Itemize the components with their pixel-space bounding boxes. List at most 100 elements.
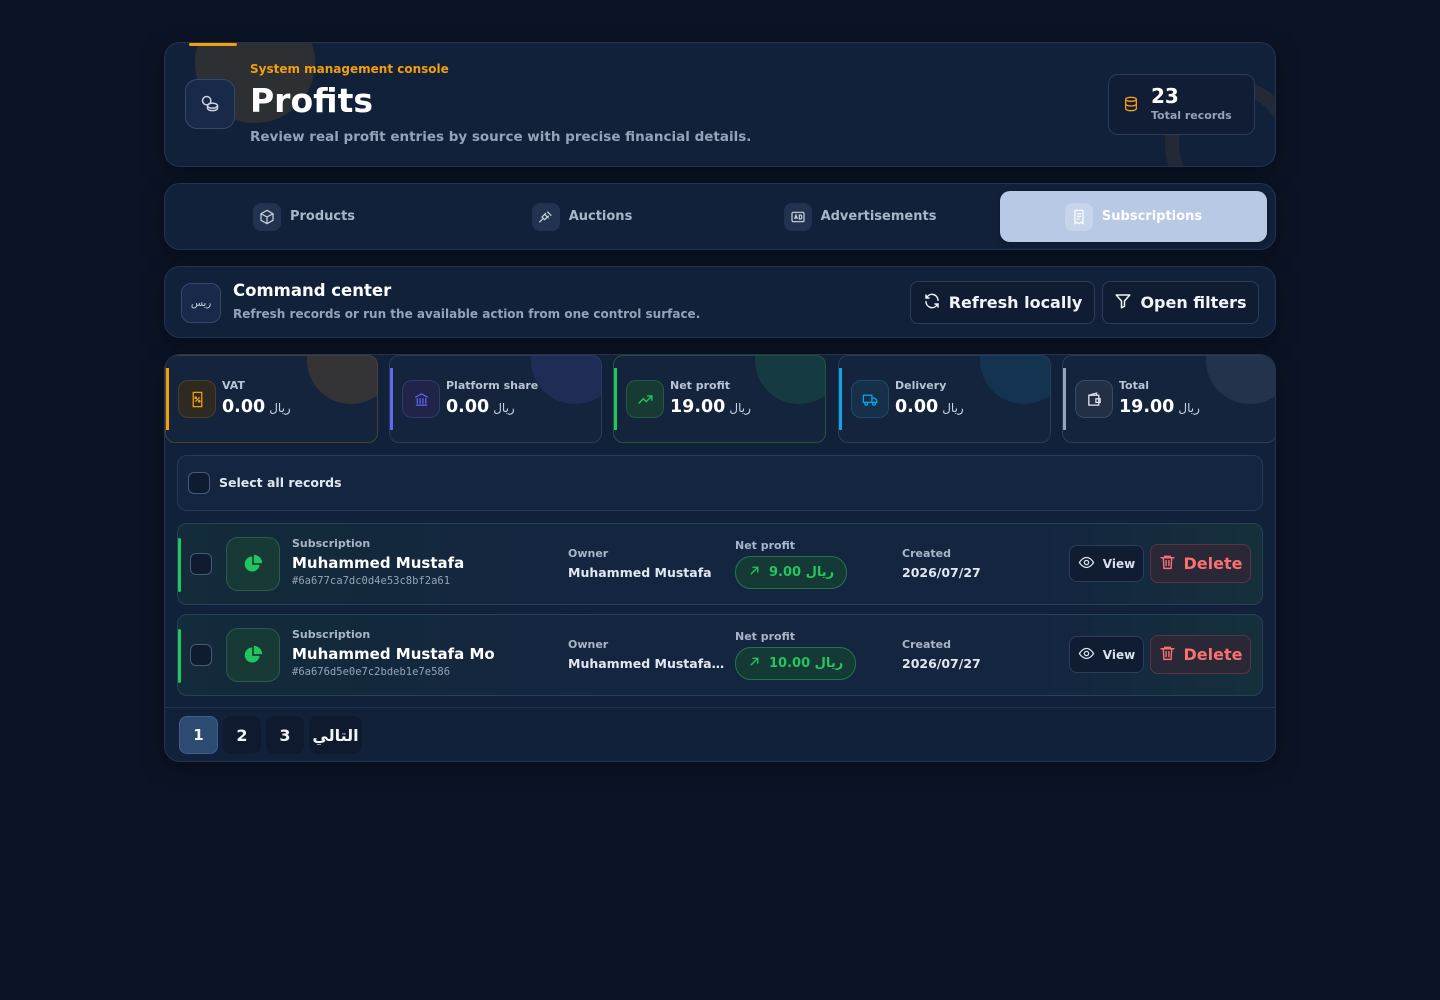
summary-accent-bar	[390, 368, 393, 430]
eye-icon	[1078, 645, 1095, 665]
summary-accent-bar	[166, 368, 169, 430]
view-button[interactable]: View	[1069, 636, 1144, 673]
row-accent-bar	[178, 629, 181, 683]
summary-currency: ريال	[493, 401, 515, 415]
summary-card-platform-share: Platform share 0.00 ريال	[389, 355, 602, 443]
refresh-label: Refresh locally	[948, 293, 1083, 312]
summary-accent-bar	[839, 368, 842, 430]
total-records-label: Total records	[1151, 109, 1232, 122]
summary-amount: 19.00	[670, 397, 726, 417]
summary-value: 19.00 ريال	[1119, 397, 1200, 417]
box-icon	[252, 202, 281, 231]
trash-icon	[1159, 553, 1176, 575]
summary-amount: 0.00	[222, 397, 266, 417]
record-kind: Subscription	[292, 537, 371, 550]
pagination-divider	[165, 707, 1275, 708]
total-records-value: 23	[1151, 84, 1179, 108]
next-page-button[interactable]: التالي	[309, 716, 362, 754]
eye-icon	[1078, 554, 1095, 574]
ad-icon	[783, 202, 812, 231]
tab-advertisements-label: Advertisements	[820, 209, 937, 224]
command-center: ريس Command center Refresh records or ru…	[164, 266, 1276, 338]
pie-chart-icon	[226, 537, 280, 591]
trash-icon	[1159, 644, 1176, 666]
summary-currency: ريال	[729, 401, 751, 415]
truck-icon	[851, 380, 889, 418]
arrow-up-right-icon	[748, 564, 761, 581]
net-profit-badge: 9.00 ريال	[735, 556, 848, 589]
summary-value: 0.00 ريال	[895, 397, 964, 417]
delete-button[interactable]: Delete	[1150, 635, 1251, 674]
summary-decoration	[980, 356, 1050, 404]
page-button-3[interactable]: 3	[266, 716, 304, 754]
summary-card-vat: VAT 0.00 ريال	[165, 355, 378, 443]
owner-label: Owner	[568, 638, 609, 651]
summary-currency: ريال	[269, 401, 291, 415]
select-all-bar: Select all records	[177, 455, 1263, 511]
view-label: View	[1102, 556, 1136, 571]
wallet-icon	[1075, 380, 1113, 418]
summary-currency: ريال	[1178, 401, 1200, 415]
owner-label: Owner	[568, 547, 609, 560]
row-accent-bar	[178, 538, 181, 592]
command-center-title: Command center	[233, 281, 392, 300]
tab-subscriptions[interactable]: Subscriptions	[1000, 191, 1267, 242]
tab-products[interactable]: Products	[173, 191, 435, 242]
arrow-up-right-icon	[748, 655, 761, 672]
command-center-icon: ريس	[181, 283, 221, 323]
net-profit-value: 9.00 ريال	[769, 565, 835, 580]
summary-decoration	[1206, 356, 1275, 404]
filter-icon	[1114, 292, 1132, 314]
select-all-label: Select all records	[219, 475, 342, 490]
created-label: Created	[902, 638, 951, 651]
tab-auctions[interactable]: Auctions	[451, 191, 713, 242]
delete-button[interactable]: Delete	[1150, 544, 1251, 583]
page-button-2[interactable]: 2	[223, 716, 261, 754]
view-button[interactable]: View	[1069, 545, 1144, 582]
record-id: #6a676d5e0e7c2bdeb1e7e586	[292, 666, 451, 678]
record-id: #6a677ca7dc0d4e53c8bf2a61	[292, 575, 451, 587]
summary-value: 0.00 ريال	[446, 397, 515, 417]
bank-icon	[402, 380, 440, 418]
page-subtitle: Review real profit entries by source wit…	[250, 129, 752, 145]
tab-auctions-label: Auctions	[568, 209, 633, 224]
row-checkbox[interactable]	[190, 553, 212, 575]
record-kind: Subscription	[292, 628, 371, 641]
summary-label: VAT	[222, 379, 245, 392]
select-all-checkbox[interactable]	[188, 472, 210, 494]
page-button-1[interactable]: 1	[179, 716, 218, 754]
list-item: Subscription Muhammed Mustafa Mo #6a676d…	[177, 614, 1263, 696]
open-filters-label: Open filters	[1140, 293, 1247, 312]
summary-card-total: Total 19.00 ريال	[1062, 355, 1275, 443]
page-kicker: System management console	[250, 62, 449, 76]
receipt-percent-icon	[178, 380, 216, 418]
open-filters-button[interactable]: Open filters	[1102, 281, 1259, 324]
summary-decoration	[307, 356, 377, 404]
summary-label: Total	[1119, 379, 1150, 392]
total-records-stat: 23 Total records	[1108, 74, 1255, 135]
list-item: Subscription Muhammed Mustafa #6a677ca7d…	[177, 523, 1263, 605]
summary-decoration	[531, 356, 601, 404]
summary-amount: 19.00	[1119, 397, 1175, 417]
created-value: 2026/07/27	[902, 656, 981, 671]
net-profit-label: Net profit	[735, 539, 796, 552]
tab-advertisements[interactable]: Advertisements	[729, 191, 991, 242]
owner-value: Muhammed Mustafa	[568, 565, 712, 580]
created-value: 2026/07/27	[902, 565, 981, 580]
summary-label: Platform share	[446, 379, 539, 392]
row-checkbox[interactable]	[190, 644, 212, 666]
delete-label: Delete	[1183, 554, 1243, 573]
created-label: Created	[902, 547, 951, 560]
summary-card-delivery: Delivery 0.00 ريال	[838, 355, 1051, 443]
owner-value: Muhammed Mustafa ...	[568, 656, 728, 671]
gavel-icon	[531, 202, 560, 231]
profits-panel: VAT 0.00 ريال Platform share 0.00 ريال Net…	[164, 354, 1276, 762]
page-header: System management console Profits Review…	[164, 42, 1276, 167]
net-profit-value: 10.00 ريال	[769, 656, 844, 671]
refresh-locally-button[interactable]: Refresh locally	[910, 281, 1095, 324]
summary-decoration	[755, 356, 825, 404]
receipt-icon	[1064, 202, 1093, 231]
coins-icon	[185, 79, 235, 129]
tab-subscriptions-label: Subscriptions	[1101, 209, 1203, 224]
summary-amount: 0.00	[446, 397, 490, 417]
